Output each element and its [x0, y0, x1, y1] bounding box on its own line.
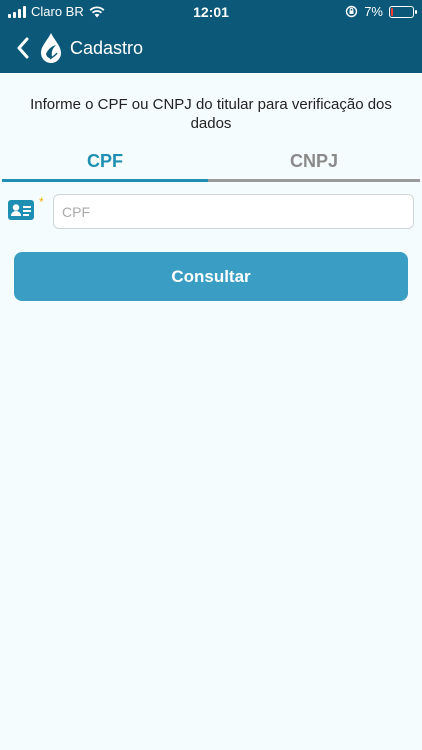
- chevron-left-icon: [17, 37, 29, 59]
- battery-fill: [391, 7, 393, 16]
- consultar-button[interactable]: Consultar: [14, 252, 408, 301]
- battery-percent: 7%: [364, 4, 383, 19]
- document-type-tabs: CPF CNPJ: [2, 148, 420, 182]
- status-bar: Claro BR 12:01 7%: [0, 0, 422, 24]
- instructions-text: Informe o CPF ou CNPJ do titular para ve…: [30, 96, 392, 132]
- app-header: Claro BR 12:01 7% Cadastro: [0, 0, 422, 73]
- status-right: 7%: [345, 4, 417, 19]
- nav-bar: Cadastro: [0, 30, 422, 66]
- required-indicator: *: [39, 195, 44, 209]
- cpf-input[interactable]: [53, 194, 414, 229]
- id-card-icon: [8, 200, 34, 220]
- orientation-lock-icon: [346, 5, 358, 18]
- back-button[interactable]: [8, 30, 38, 66]
- battery-icon: [389, 5, 417, 18]
- tab-cnpj[interactable]: CNPJ: [208, 148, 420, 182]
- tab-cpf[interactable]: CPF: [2, 148, 208, 182]
- page-title: Cadastro: [70, 37, 144, 58]
- water-drop-logo-icon: [41, 33, 61, 63]
